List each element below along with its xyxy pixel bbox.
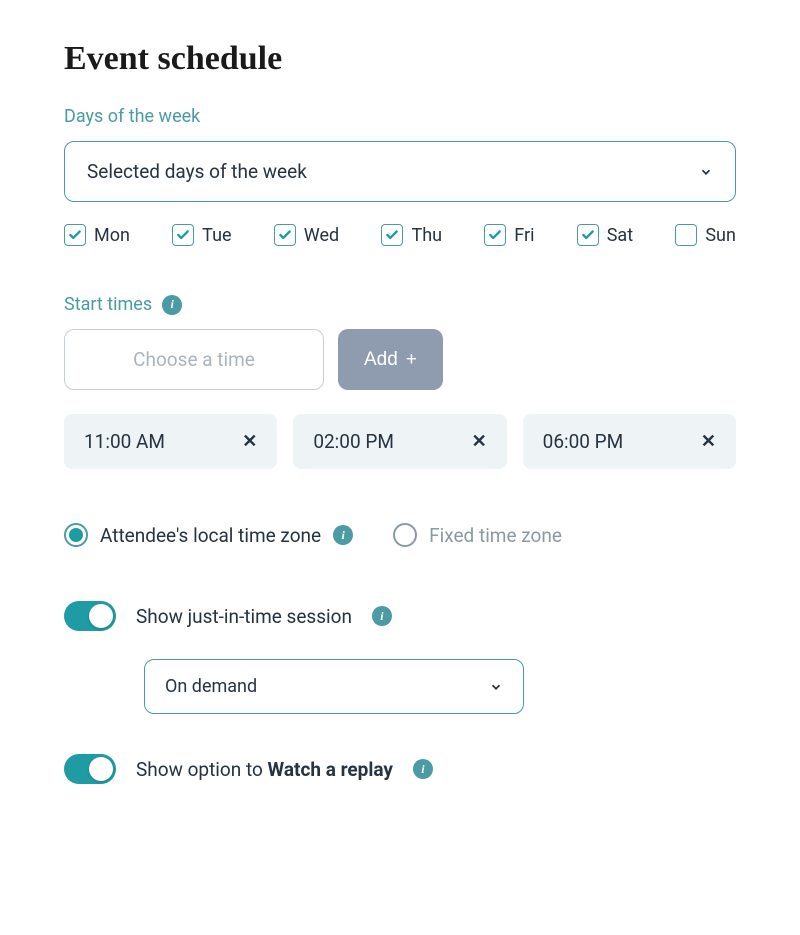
close-icon[interactable]: ✕ — [701, 431, 716, 452]
day-label: Sun — [705, 225, 736, 246]
fixed-timezone-radio[interactable]: Fixed time zone — [393, 523, 562, 547]
choose-time-input[interactable]: Choose a time — [64, 329, 324, 390]
jit-toggle-row: Show just-in-time session i — [64, 601, 736, 631]
time-chip-label: 02:00 PM — [313, 430, 394, 453]
info-icon[interactable]: i — [162, 295, 182, 315]
info-icon[interactable]: i — [372, 606, 392, 626]
info-icon[interactable]: i — [333, 525, 353, 545]
days-select-value: Selected days of the week — [87, 160, 307, 183]
time-chip: 06:00 PM ✕ — [523, 414, 736, 469]
replay-toggle[interactable] — [64, 754, 116, 784]
timezone-radio-group: Attendee's local time zone i Fixed time … — [64, 523, 736, 547]
close-icon[interactable]: ✕ — [242, 431, 257, 452]
day-label: Fri — [514, 225, 534, 246]
jit-mode-select[interactable]: On demand — [144, 659, 524, 714]
radio-icon — [64, 523, 88, 547]
day-checkbox-mon[interactable]: Mon — [64, 224, 130, 246]
checkbox-icon — [172, 224, 194, 246]
start-times-label: Start times i — [64, 294, 736, 315]
local-timezone-radio[interactable]: Attendee's local time zone i — [64, 523, 353, 547]
time-chip: 11:00 AM ✕ — [64, 414, 277, 469]
days-checkbox-row: Mon Tue Wed Thu Fri Sat Sun — [64, 224, 736, 246]
day-checkbox-sat[interactable]: Sat — [577, 224, 633, 246]
close-icon[interactable]: ✕ — [472, 431, 487, 452]
checkbox-icon — [274, 224, 296, 246]
chevron-down-icon — [699, 165, 713, 179]
info-icon[interactable]: i — [413, 759, 433, 779]
day-checkbox-wed[interactable]: Wed — [274, 224, 339, 246]
time-chip: 02:00 PM ✕ — [293, 414, 506, 469]
day-label: Sat — [607, 225, 633, 246]
checkbox-icon — [577, 224, 599, 246]
jit-select-value: On demand — [165, 676, 257, 697]
day-checkbox-tue[interactable]: Tue — [172, 224, 231, 246]
day-label: Thu — [411, 225, 442, 246]
days-of-week-select[interactable]: Selected days of the week — [64, 141, 736, 202]
plus-icon: + — [406, 349, 417, 371]
day-label: Mon — [94, 225, 130, 246]
day-checkbox-thu[interactable]: Thu — [381, 224, 442, 246]
replay-toggle-row: Show option to Watch a replay i — [64, 754, 736, 784]
page-title: Event schedule — [64, 40, 736, 78]
day-label: Tue — [202, 225, 231, 246]
day-label: Wed — [304, 225, 339, 246]
day-checkbox-sun[interactable]: Sun — [675, 224, 736, 246]
checkbox-icon — [64, 224, 86, 246]
day-checkbox-fri[interactable]: Fri — [484, 224, 534, 246]
replay-label: Show option to Watch a replay — [136, 758, 393, 781]
selected-times-row: 11:00 AM ✕ 02:00 PM ✕ 06:00 PM ✕ — [64, 414, 736, 469]
jit-toggle[interactable] — [64, 601, 116, 631]
chevron-down-icon — [489, 680, 503, 694]
radio-icon — [393, 523, 417, 547]
checkbox-icon — [675, 224, 697, 246]
add-time-button[interactable]: Add + — [338, 329, 443, 390]
time-chip-label: 06:00 PM — [543, 430, 624, 453]
days-of-week-label: Days of the week — [64, 106, 736, 127]
time-chip-label: 11:00 AM — [84, 430, 165, 453]
checkbox-icon — [484, 224, 506, 246]
jit-label: Show just-in-time session — [136, 605, 352, 628]
checkbox-icon — [381, 224, 403, 246]
